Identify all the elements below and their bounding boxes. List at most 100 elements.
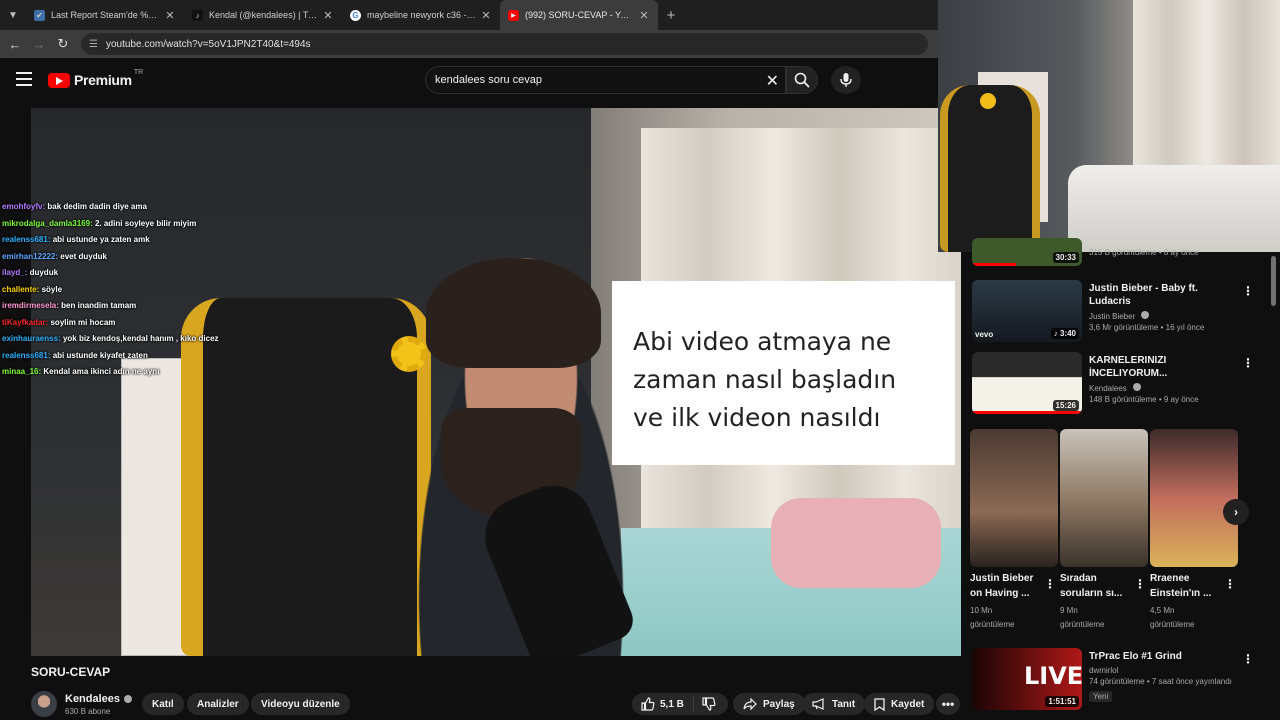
close-icon[interactable]: ✕ [322,9,334,22]
short-title[interactable]: Rraenee Einstein'ın ... [1150,571,1224,601]
steam-favicon-icon: ✔ [34,9,45,21]
browser-tab-tiktok[interactable]: ♪ Kendal (@kendalees) | TikTok ✕ [184,0,342,30]
video-thumbnail[interactable]: 15:26 [972,352,1082,414]
more-vertical-icon[interactable]: ⋮ [1224,577,1236,591]
browser-tab-steam[interactable]: ✔ Last Report Steam'de %30 İndir ✕ [26,0,184,30]
search-button[interactable] [786,66,818,94]
short-item[interactable]: Sıradan soruların sı... 9 Mn görüntüleme … [1060,429,1148,632]
chat-message: emohfoyfv: bak dedim dadin diye ama [2,199,342,216]
more-vertical-icon[interactable]: ⋮ [1044,577,1056,591]
chat-message: exinhauraenss: yok biz kendoş,kendal han… [2,331,342,348]
edit-video-button[interactable]: Videoyu düzenle [251,693,350,715]
save-button[interactable]: Kaydet [864,693,935,715]
like-button[interactable]: 5,1 B [632,697,694,711]
vevo-logo: vevo [975,330,994,339]
back-arrow-icon[interactable]: ← [3,30,27,58]
tiktok-favicon-icon: ♪ [192,9,203,21]
more-vertical-icon[interactable]: ⋮ [1242,652,1254,666]
short-views-number: 9 Mn [1060,606,1078,615]
sidebar-scrollbar[interactable] [1271,256,1276,306]
video-frame-blanket [771,498,941,588]
thumbs-up-icon [641,697,655,711]
chat-message: ilayd_: duyduk [2,265,342,282]
video-thumbnail[interactable]: 30:33 [972,238,1082,266]
channel-name-link[interactable]: Kendalees [65,693,133,705]
chat-message: realenss681: abi ustunde ya zaten amk [2,232,342,249]
short-item[interactable]: Justin Bieber on Having ... 10 Mn görüntü… [970,429,1058,632]
mic-icon [840,73,852,87]
live-text-image: LIVE [1024,662,1082,690]
list-item[interactable]: LIVE 1:51:51 TrPrac Elo #1 Grind dwmirlo… [972,648,1272,714]
clear-search-icon[interactable]: ✕ [766,71,779,91]
browser-tab-google[interactable]: G maybeline newyork c36 - Goog ✕ [342,0,500,30]
short-views-word: görüntüleme [970,620,1015,629]
chat-message: mikrodalga_damla3169: 2. adini soyleye b… [2,216,342,233]
video-meta: 148 B görüntüleme • 9 ay önce [1089,395,1199,404]
short-thumbnail[interactable] [1060,429,1148,567]
subscriber-count: 630 B abone [65,706,111,716]
question-text: Abi video atmaya ne zaman nasıl başladın… [633,323,953,437]
short-title[interactable]: Sıradan soruların sı... [1060,571,1134,601]
youtube-logo[interactable]: Premium TR [48,69,143,88]
video-title[interactable]: TrPrac Elo #1 Grind [1089,650,1239,663]
share-button[interactable]: Paylaş [733,693,805,715]
close-icon[interactable]: ✕ [638,9,650,22]
video-title[interactable]: Justin Bieber - Baby ft. Ludacris [1089,282,1239,308]
browser-toolbar: ← → ↻ ☰ youtube.com/watch?v=5oV1JPN2T40&… [0,30,938,58]
short-thumbnail[interactable] [970,429,1058,567]
video-player[interactable]: Abi video atmaya ne zaman nasıl başladın… [31,108,961,656]
list-item[interactable]: 15:26 KARNELERINIZI İNCELIYORUM... Kenda… [972,352,1272,418]
join-button[interactable]: Katıl [142,693,184,715]
chat-message: tiKayfkadar: soylim mi hocam [2,315,342,332]
more-horizontal-icon[interactable]: ••• [936,693,960,715]
voice-search-button[interactable] [831,66,861,94]
address-bar[interactable]: ☰ youtube.com/watch?v=5oV1JPN2T40&t=494s [81,33,928,55]
chat-text: 2. adini soyleye bilir miyim [94,218,197,228]
plus-icon[interactable]: + [658,7,684,24]
close-icon[interactable]: ✕ [164,9,176,22]
join-label: Katıl [152,698,174,710]
forward-arrow-icon[interactable]: → [27,30,51,58]
chevron-right-icon[interactable]: › [1223,499,1249,525]
megaphone-icon [812,698,826,710]
short-title[interactable]: Justin Bieber on Having ... [970,571,1044,601]
short-item[interactable]: Rraenee Einstein'ın ... 4,5 Mn görüntülem… [1150,429,1238,632]
close-icon[interactable]: ✕ [480,9,492,22]
hamburger-icon[interactable] [16,72,32,86]
list-item[interactable]: vevo ♪ 3:40 Justin Bieber - Baby ft. Lud… [972,280,1272,346]
search-icon [794,72,810,88]
duration-badge: 30:33 [1052,252,1079,263]
dislike-button[interactable] [694,697,724,711]
chat-overlay: emohfoyfv: bak dedim dadin diye ama mikro… [2,199,342,381]
search-input[interactable]: kendalees soru cevap ✕ [425,66,786,94]
video-thumbnail[interactable]: vevo ♪ 3:40 [972,280,1082,342]
tab-label: maybeline newyork c36 - Goog [367,10,476,20]
question-line: ve ilk videon nasıldı [633,403,881,432]
reload-icon[interactable]: ↻ [51,30,75,58]
like-dislike-group: 5,1 B [632,693,728,715]
promote-label: Tanıt [832,698,856,710]
chat-username: minaa_16: [2,367,42,376]
more-vertical-icon[interactable]: ⋮ [1242,356,1254,370]
promote-button[interactable]: Tanıt [802,693,866,715]
channel-name[interactable]: Justin Bieber [1089,311,1239,321]
video-meta: 315 B görüntüleme • 8 ay önce [1089,248,1199,257]
short-thumbnail[interactable] [1150,429,1238,567]
duration-badge: 1:51:51 [1045,696,1079,707]
avatar[interactable] [31,691,57,717]
url-text: youtube.com/watch?v=5oV1JPN2T40&t=494s [105,38,311,50]
chat-message: challente: söyle [2,282,342,299]
tab-search-chevron-icon[interactable]: ▼ [0,0,26,30]
analytics-button[interactable]: Analizler [187,693,249,715]
share-icon [743,698,757,710]
short-views: 4,5 Mn görüntüleme [1150,604,1238,632]
thumbs-down-icon [702,697,716,711]
site-info-icon[interactable]: ☰ [89,39,98,50]
more-vertical-icon[interactable]: ⋮ [1134,577,1146,591]
browser-tab-youtube[interactable]: ▶ (992) SORU-CEVAP - YouTube ✕ [500,0,658,30]
video-title[interactable]: KARNELERINIZI İNCELIYORUM... [1089,354,1239,380]
channel-name[interactable]: Kendalees [1089,383,1239,393]
channel-name[interactable]: dwmirlol [1089,666,1239,675]
video-thumbnail[interactable]: LIVE 1:51:51 [972,648,1082,710]
more-vertical-icon[interactable]: ⋮ [1242,284,1254,298]
